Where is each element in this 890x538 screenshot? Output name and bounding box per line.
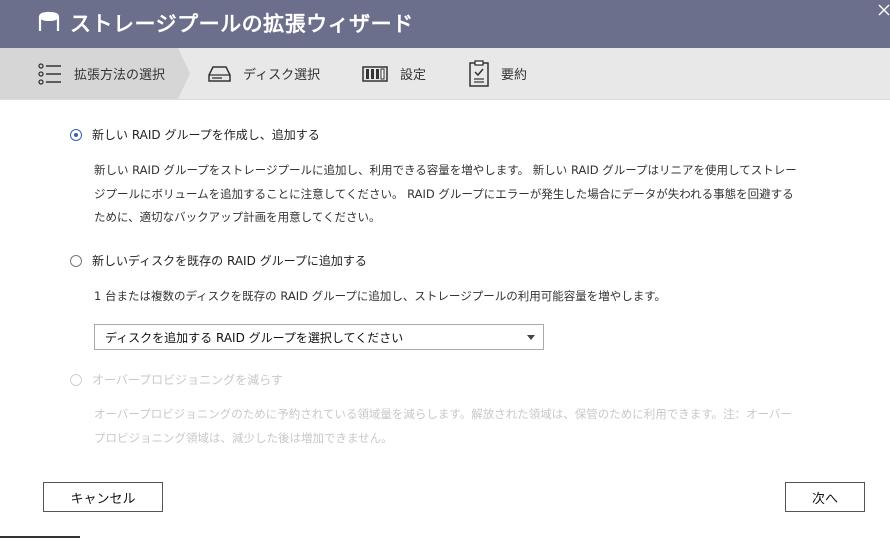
step-summary: 要約 [469, 48, 527, 99]
option-reduce-over-provisioning: オーバープロビジョニングを減らす [70, 371, 283, 388]
option-label: 新しいディスクを既存の RAID グループに追加する [92, 254, 367, 268]
step-label: 設定 [400, 68, 427, 83]
description-line: 新しい RAID グループをストレージプールに追加し、利用できる容量を増やします… [94, 163, 797, 177]
step-label: 要約 [501, 68, 528, 83]
raid-group-select[interactable]: ディスクを追加する RAID グループを選択してください [94, 324, 544, 350]
description-line: 1 台または複数のディスクを既存の RAID グループに追加し、ストレージプール… [94, 289, 667, 303]
storage-pool-icon [38, 11, 60, 31]
wizard-title: ストレージプールの拡張ウィザード [70, 12, 414, 36]
description-line: ジプールにボリュームを追加することに注意してください。 RAID グループにエラ… [94, 186, 794, 201]
wizard-content: 新しい RAID グループを作成し、追加する 新しい RAID グループをストレ… [0, 100, 890, 538]
chevron-down-icon [527, 335, 535, 340]
option-description: 新しい RAID グループをストレージプールに追加し、利用できる容量を増やします… [94, 159, 834, 230]
option-description: オーバープロビジョニングのために予約されている領域量を減らします。解放された領域… [94, 403, 834, 450]
step-settings: 設定 [362, 48, 426, 99]
option-add-disks-existing-raid[interactable]: 新しいディスクを既存の RAID グループに追加する [70, 252, 367, 269]
option-label: 新しい RAID グループを作成し、追加する [92, 128, 320, 142]
option-create-raid-group[interactable]: 新しい RAID グループを作成し、追加する [70, 126, 320, 143]
settings-panel-icon [362, 65, 388, 82]
radio-button [70, 373, 82, 386]
list-icon [38, 62, 61, 85]
disk-drive-icon [208, 65, 231, 82]
radio-button[interactable] [70, 128, 82, 141]
option-label: オーバープロビジョニングを減らす [92, 373, 283, 387]
clipboard-check-icon [469, 60, 489, 87]
next-button[interactable]: 次へ [785, 482, 865, 512]
cancel-button[interactable]: キャンセル [43, 482, 163, 512]
option-description: 1 台または複数のディスクを既存の RAID グループに追加し、ストレージプール… [94, 285, 834, 309]
title-bar: ストレージプールの拡張ウィザード [0, 0, 890, 48]
description-line: プロビジョニング領域は、減少した後は増加できません。 [94, 430, 393, 445]
step-label: ディスク選択 [243, 68, 321, 83]
close-icon[interactable] [876, 2, 890, 18]
step-select-disks: ディスク選択 [208, 48, 320, 99]
step-label: 拡張方法の選択 [74, 68, 166, 83]
radio-button[interactable] [70, 254, 82, 267]
description-line: ために、適切なバックアップ計画を用意してください。 [94, 210, 381, 224]
description-line: オーバープロビジョニングのために予約されている領域量を減らします。解放された領域… [94, 407, 792, 421]
step-select-method: 拡張方法の選択 [38, 48, 165, 99]
wizard-step-bar: 拡張方法の選択 ディスク選択 設定 要約 [0, 48, 890, 100]
raid-group-select-value: ディスクを追加する RAID グループを選択してください [105, 330, 404, 345]
